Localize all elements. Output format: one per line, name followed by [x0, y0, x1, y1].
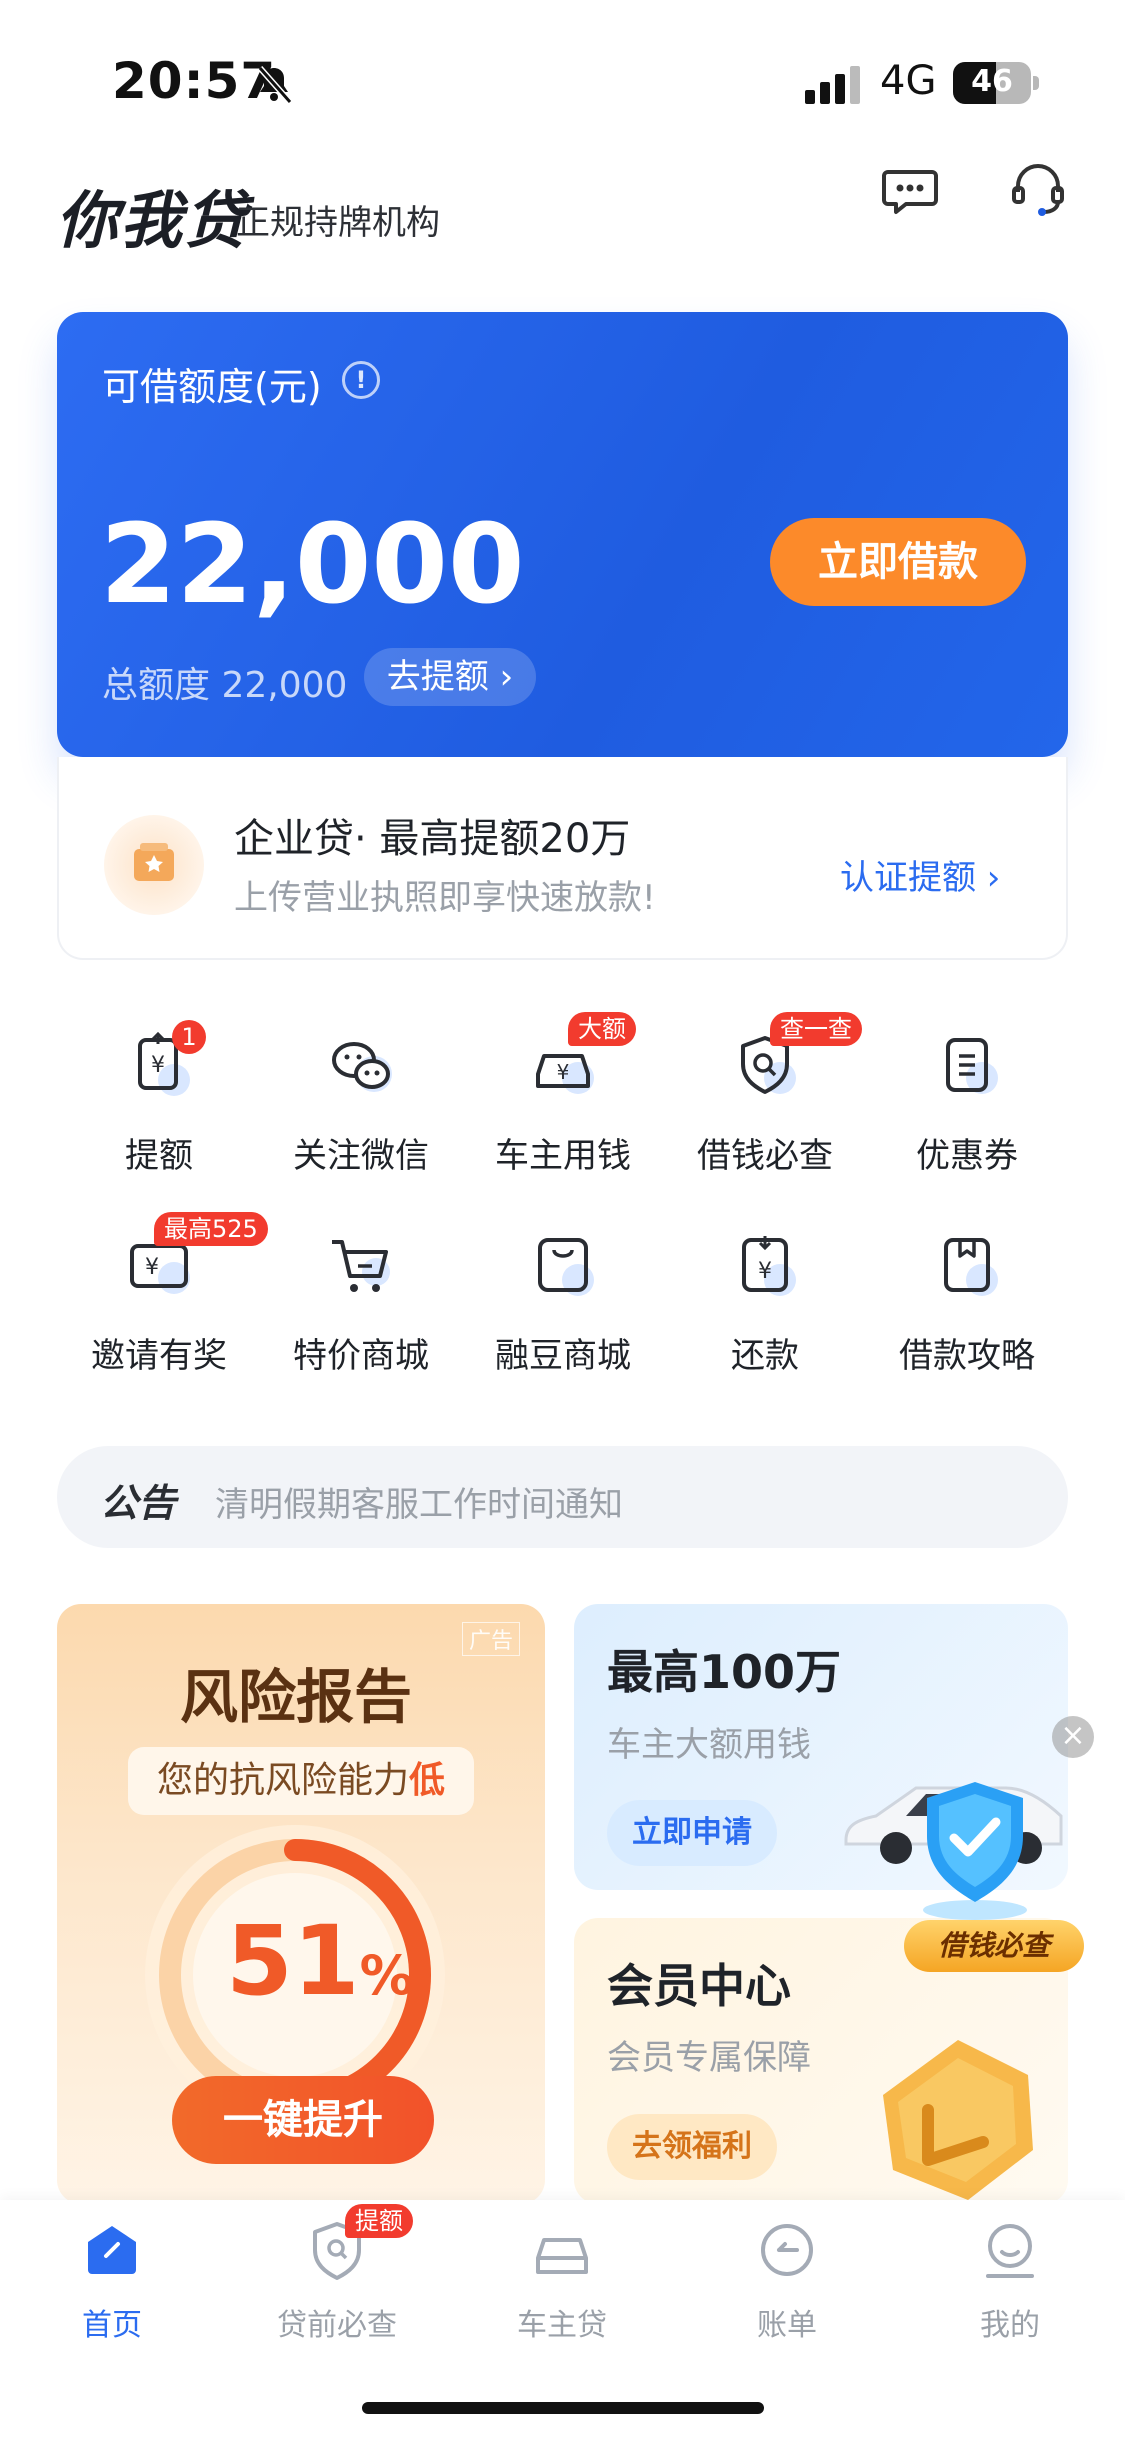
member-center-title: 会员中心	[607, 1959, 791, 2013]
grid-item-coupon[interactable]: 优惠券	[877, 1030, 1057, 1177]
must-check-float-label[interactable]: 借钱必查	[904, 1920, 1084, 1972]
profile-icon	[978, 2218, 1042, 2282]
grid-label: 关注微信	[293, 1136, 429, 1176]
home-indicator	[362, 2402, 764, 2414]
tab-label: 车主贷	[517, 2308, 607, 2343]
tab-label: 我的	[980, 2308, 1040, 2343]
grid-badge: 1	[172, 1020, 206, 1054]
risk-report-title: 风险报告	[180, 1663, 413, 1731]
grid-label: 借钱必查	[697, 1136, 833, 1176]
close-icon[interactable]: ×	[1052, 1716, 1094, 1758]
car-card-subtitle: 车主大额用钱	[607, 1725, 811, 1765]
grid-badge: 最高525	[154, 1212, 268, 1246]
app-logo: 你我贷	[56, 184, 249, 257]
grid-label: 特价商城	[293, 1336, 429, 1376]
claim-benefits-button[interactable]: 去领福利	[607, 2114, 777, 2180]
grid-label: 邀请有奖	[91, 1336, 227, 1376]
cart-icon	[326, 1230, 396, 1300]
signal-icon	[805, 66, 860, 104]
enterprise-loan-desc: 上传营业执照即享快速放款!	[234, 878, 656, 918]
one-click-boost-button[interactable]: 一键提升	[172, 2076, 434, 2164]
message-icon[interactable]	[878, 158, 942, 222]
risk-report-subtitle: 您的抗风险能力低	[128, 1747, 474, 1815]
grid-label: 融豆商城	[495, 1336, 631, 1376]
bill-icon	[755, 2218, 819, 2282]
car-card-title: 最高100万	[607, 1645, 842, 1699]
raise-limit-button[interactable]: 去提额 ›	[364, 648, 536, 706]
grid-label: 还款	[731, 1336, 799, 1376]
network-type: 4G	[880, 58, 937, 104]
grid-label: 借款攻略	[899, 1336, 1035, 1376]
enterprise-loan-title: 企业贷· 最高提额20万	[234, 816, 631, 862]
guide-icon	[932, 1230, 1002, 1300]
tab-label: 账单	[757, 2308, 817, 2343]
car-loan-icon	[530, 2218, 594, 2282]
shield-check-icon: 查一查	[730, 1012, 862, 1100]
grid-item-invite[interactable]: ¥ 最高525 邀请有奖	[69, 1212, 268, 1377]
repay-icon: ¥	[730, 1230, 800, 1300]
invite-icon: ¥ 最高525	[124, 1212, 268, 1300]
business-license-icon	[104, 815, 204, 915]
grid-item-guide[interactable]: 借款攻略	[877, 1230, 1057, 1377]
tab-car-loan[interactable]: 车主贷	[482, 2218, 642, 2344]
info-icon[interactable]: !	[342, 361, 380, 399]
verify-raise-link[interactable]: 认证提额 ›	[840, 850, 1000, 899]
svg-text:¥: ¥	[557, 1060, 570, 1084]
car-money-icon: ¥ 大额	[528, 1012, 636, 1100]
tab-badge: 提额	[345, 2204, 413, 2238]
grid-label: 提额	[125, 1136, 193, 1176]
svg-text:¥: ¥	[758, 1259, 772, 1284]
grid-item-bean-mall[interactable]: 融豆商城	[473, 1230, 653, 1377]
notice-tag: 公告	[100, 1481, 177, 1525]
grid-badge: 大额	[568, 1012, 636, 1046]
coupon-icon	[932, 1030, 1002, 1100]
grid-item-repay[interactable]: ¥ 还款	[675, 1230, 855, 1377]
tab-label: 首页	[82, 2308, 142, 2343]
customer-service-icon[interactable]	[1006, 158, 1070, 222]
precheck-icon: 提额	[305, 2204, 413, 2282]
credit-limit-label: 可借额度(元)	[102, 365, 322, 409]
borrow-now-button[interactable]: 立即借款	[770, 518, 1026, 606]
gold-badge-icon	[883, 2040, 1033, 2200]
bell-muted-icon	[257, 66, 293, 104]
grid-label: 车主用钱	[495, 1136, 631, 1176]
raise-limit-icon: ¥ 1	[124, 1020, 206, 1100]
risk-percent: 51%	[226, 1905, 414, 2017]
tab-label: 贷前必查	[277, 2308, 397, 2343]
battery-icon: 46	[953, 62, 1031, 104]
tab-profile[interactable]: 我的	[930, 2218, 1090, 2344]
credit-limit-amount: 22,000	[100, 500, 525, 628]
grid-item-special-mall[interactable]: 特价商城	[271, 1230, 451, 1377]
svg-text:¥: ¥	[151, 1053, 165, 1078]
apply-now-button[interactable]: 立即申请	[607, 1800, 777, 1866]
total-limit-text: 总额度 22,000	[102, 665, 348, 706]
tab-bill[interactable]: 账单	[707, 2218, 867, 2344]
shield-check-float-icon[interactable]	[910, 1772, 1040, 1922]
bag-icon	[528, 1230, 598, 1300]
battery-level: 46	[971, 64, 1013, 99]
notice-text[interactable]: 清明假期客服工作时间通知	[215, 1477, 623, 1526]
grid-item-car-money[interactable]: ¥ 大额 车主用钱	[473, 1012, 653, 1177]
grid-item-wechat[interactable]: 关注微信	[271, 1030, 451, 1177]
home-icon	[80, 2218, 144, 2282]
wechat-icon	[326, 1030, 396, 1100]
tab-home[interactable]: 首页	[32, 2218, 192, 2344]
battery-cap	[1033, 76, 1039, 90]
grid-item-must-check[interactable]: 查一查 借钱必查	[675, 1012, 862, 1177]
svg-text:¥: ¥	[145, 1255, 159, 1280]
member-center-subtitle: 会员专属保障	[607, 2038, 811, 2078]
grid-item-raise[interactable]: ¥ 1 提额	[69, 1020, 249, 1177]
app-subtitle: 正规持牌机构	[236, 203, 440, 243]
ad-tag: 广告	[462, 1622, 521, 1656]
grid-label: 优惠券	[916, 1136, 1018, 1176]
tab-precheck[interactable]: 提额 贷前必查	[257, 2204, 417, 2344]
grid-badge: 查一查	[770, 1012, 862, 1046]
